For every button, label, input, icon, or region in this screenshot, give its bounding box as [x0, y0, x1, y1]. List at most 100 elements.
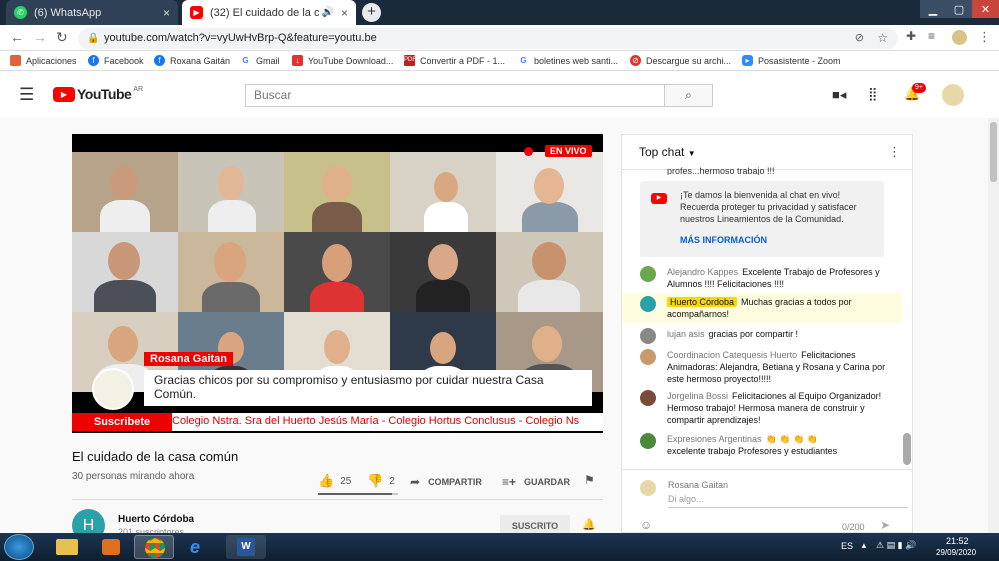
- bell-icon[interactable]: 🔔: [582, 518, 596, 531]
- account-avatar[interactable]: [942, 84, 964, 106]
- thumbs-down-icon: 👎: [367, 473, 384, 488]
- chat-header[interactable]: Top chat ▼: [639, 145, 696, 159]
- subscribed-button[interactable]: SUSCRITO: [500, 515, 570, 533]
- subscribe-banner: Suscribete: [72, 413, 172, 431]
- share-button[interactable]: ➦ COMPARTIR: [410, 475, 482, 489]
- profile-avatar[interactable]: [952, 30, 967, 45]
- url-text: youtube.com/watch?v=vyUwHvBrp-Q&feature=…: [104, 32, 377, 44]
- windows-taskbar: e W ES ▲ ⚠ ▤ ▮ 🔊 21:52 29/09/2020: [0, 533, 999, 561]
- tray-arrow-icon[interactable]: ▲: [860, 541, 868, 550]
- chat-message: Expresiones Argentinas 👏 👏 👏 👏 excelente t…: [640, 433, 900, 461]
- welcome-banner: ▶ ¡Te damos la bienvenida al chat en viv…: [640, 181, 884, 257]
- facebook-icon: f: [154, 55, 165, 66]
- back-icon[interactable]: ←: [10, 29, 24, 45]
- clock-time: 21:52: [946, 536, 969, 546]
- search-button[interactable]: ⌕: [665, 84, 713, 107]
- chrome-icon: [145, 538, 165, 558]
- taskbar-chrome[interactable]: [134, 535, 174, 559]
- ie-icon: e: [190, 537, 201, 557]
- speaker-name-tag: Rosana Gaitan: [144, 352, 234, 366]
- chat-input[interactable]: Di algo...: [668, 494, 908, 508]
- flag-icon[interactable]: ⚑: [584, 473, 595, 487]
- taskbar-file-explorer[interactable]: [46, 535, 86, 559]
- user-avatar: [640, 266, 656, 282]
- close-icon[interactable]: ×: [341, 6, 348, 20]
- blocked-icon: ⊘: [630, 55, 641, 66]
- send-icon[interactable]: ➤: [880, 518, 890, 532]
- playlist-icon[interactable]: ≡: [928, 29, 935, 43]
- start-button[interactable]: [4, 534, 34, 560]
- menu-dots-icon[interactable]: ⋮: [978, 29, 991, 45]
- message-author: lujan asis: [667, 329, 705, 339]
- participant-tile: [284, 232, 390, 312]
- like-ratio-bar: [318, 493, 398, 495]
- minimize-icon[interactable]: ▁: [920, 0, 946, 18]
- dislike-button[interactable]: 👎 2: [367, 473, 395, 489]
- live-chat-panel: Top chat ▼ ⋮ profes...hermoso trabajo !!…: [621, 134, 913, 533]
- browser-toolbar: ← → ↻ 🔒 youtube.com/watch?v=vyUwHvBrp-Q&…: [0, 25, 999, 51]
- bookmark-youtube-download[interactable]: ↓ YouTube Download...: [292, 55, 393, 66]
- bookmark-descargue[interactable]: ⊘ Descargue su archi...: [630, 55, 731, 66]
- bookmarks-bar: Aplicaciones f Facebook f Roxana Gaitán GG…: [0, 52, 999, 71]
- emoji-icon[interactable]: ☺: [640, 518, 652, 532]
- bookmark-roxana[interactable]: f Roxana Gaitán: [154, 55, 230, 66]
- tab-whatsapp[interactable]: ✆ (6) WhatsApp ×: [6, 0, 178, 25]
- bookmark-facebook[interactable]: f Facebook: [88, 55, 144, 66]
- close-icon[interactable]: ×: [163, 6, 170, 20]
- extensions-icon[interactable]: ✚: [906, 29, 916, 43]
- apps-grid-icon[interactable]: ⣿: [868, 86, 878, 102]
- hamburger-menu-icon[interactable]: ☰: [19, 85, 34, 105]
- bookmark-gmail[interactable]: G Gmail: [240, 55, 280, 66]
- google-icon: G: [240, 55, 251, 66]
- participant-tile: [496, 152, 603, 232]
- tab-title: (6) WhatsApp: [34, 6, 102, 19]
- create-video-icon[interactable]: ■◂: [832, 87, 846, 103]
- youtube-icon: ▶: [651, 193, 667, 204]
- bookmark-apps[interactable]: Aplicaciones: [10, 55, 77, 66]
- close-window-icon[interactable]: ✕: [972, 0, 999, 18]
- speaker-icon[interactable]: 🔊: [322, 7, 334, 18]
- google-icon: G: [518, 55, 529, 66]
- bookmark-zoom[interactable]: ▸ Posasistente - Zoom: [742, 55, 841, 66]
- bookmark-pdf[interactable]: PDF Convertir a PDF - 1...: [404, 55, 505, 66]
- participant-tile: [284, 152, 390, 232]
- maximize-icon[interactable]: ▢: [946, 0, 972, 18]
- chat-message: Coordinacion Catequesis Huerto Felicitaci…: [640, 349, 900, 389]
- taskbar-internet-explorer[interactable]: e: [180, 535, 220, 559]
- speaker-caption: Gracias chicos por su compromiso y entus…: [144, 370, 592, 406]
- zoom-icon: ▸: [742, 55, 753, 66]
- more-options-icon[interactable]: ⋮: [888, 144, 901, 160]
- news-ticker: Colegio Nstra. Sra del Huerto Jesús Marí…: [72, 413, 603, 431]
- address-bar[interactable]: 🔒 youtube.com/watch?v=vyUwHvBrp-Q&featur…: [78, 28, 898, 49]
- more-info-link[interactable]: MÁS INFORMACIÓN: [680, 235, 767, 245]
- message-author: Expresiones Argentinas: [667, 434, 762, 444]
- save-button[interactable]: ≡+ GUARDAR: [502, 475, 570, 489]
- new-tab-button[interactable]: +: [362, 3, 381, 22]
- like-button[interactable]: 👍 25: [318, 473, 351, 489]
- forward-icon[interactable]: →: [33, 29, 47, 45]
- taskbar-media-player[interactable]: [90, 535, 130, 559]
- star-icon[interactable]: ☆: [877, 28, 888, 49]
- youtube-logo[interactable]: ▶ YouTube AR: [53, 86, 143, 102]
- ticker-text: Colegio Nstra. Sra del Huerto Jesús Marí…: [172, 415, 580, 427]
- tray-icons[interactable]: ⚠ ▤ ▮ 🔊: [876, 540, 916, 551]
- facebook-icon: f: [88, 55, 99, 66]
- notification-badge: 9+: [912, 83, 926, 93]
- channel-name[interactable]: Huerto Córdoba: [118, 514, 194, 525]
- word-icon: W: [237, 538, 255, 556]
- tab-youtube[interactable]: ▶ (32) El cuidado de la casa co 🔊 ×: [182, 0, 356, 25]
- user-avatar: [640, 349, 656, 365]
- search-icon: ⌕: [685, 88, 692, 102]
- chat-previous-line: profes...hermoso trabajo !!!: [667, 166, 775, 175]
- search-input[interactable]: Buscar: [245, 84, 665, 107]
- eye-off-icon[interactable]: ⊘: [855, 28, 864, 49]
- welcome-text: ¡Te damos la bienvenida al chat en vivo!…: [680, 190, 857, 224]
- bookmark-boletines[interactable]: Gboletines web santi...: [518, 55, 618, 66]
- video-player[interactable]: EN VIVO Rosana Gaitan Gracias chicos por…: [72, 134, 603, 433]
- taskbar-word[interactable]: W: [226, 535, 266, 559]
- language-indicator[interactable]: ES: [841, 541, 853, 551]
- reload-icon[interactable]: ↻: [56, 29, 68, 46]
- page-scrollbar[interactable]: [988, 118, 999, 533]
- chat-scrollbar[interactable]: [903, 433, 911, 465]
- user-avatar: [640, 296, 656, 312]
